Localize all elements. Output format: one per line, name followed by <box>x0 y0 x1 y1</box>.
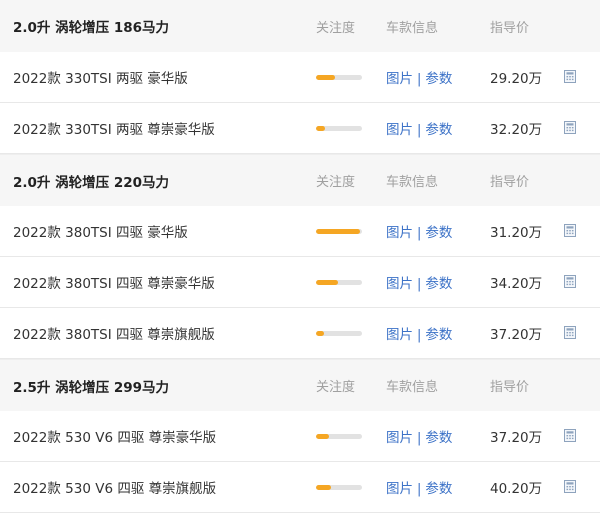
attention-bar <box>316 74 362 80</box>
link-separator: | <box>417 72 422 87</box>
calculator-icon[interactable] <box>564 479 576 493</box>
link-separator: | <box>417 277 422 292</box>
calculator-icon[interactable] <box>564 120 576 134</box>
attention-bar <box>316 484 362 490</box>
photos-link[interactable]: 图片 <box>386 481 413 497</box>
photos-link[interactable]: 图片 <box>386 122 413 138</box>
model-name-link[interactable]: 2022款 530 V6 四驱 尊崇豪华版 <box>13 430 216 446</box>
table-row: 2022款 380TSI 四驱 尊崇豪华版 图片 | 参数 34.20万 <box>0 257 600 308</box>
attention-bar <box>316 125 362 131</box>
column-header-attention: 关注度 <box>316 175 356 190</box>
attention-bar-fill <box>316 330 325 336</box>
table-row: 2022款 380TSI 四驱 豪华版 图片 | 参数 31.20万 <box>0 206 600 257</box>
calculator-icon[interactable] <box>564 325 576 339</box>
attention-bar-fill <box>316 228 360 234</box>
group-title: 2.0升 涡轮增压 186马力 <box>13 20 169 36</box>
params-link[interactable]: 参数 <box>425 481 452 497</box>
link-separator: | <box>417 482 422 497</box>
guide-price: 31.20万 <box>490 225 543 241</box>
link-separator: | <box>417 431 422 446</box>
model-name-link[interactable]: 2022款 380TSI 四驱 尊崇旗舰版 <box>13 327 215 343</box>
column-header-price: 指导价 <box>490 175 530 190</box>
group-header: 2.0升 涡轮增压 186马力 关注度 车款信息 指导价 <box>0 0 600 52</box>
link-separator: | <box>417 123 422 138</box>
guide-price: 34.20万 <box>490 276 543 292</box>
column-header-attention: 关注度 <box>316 20 356 36</box>
table-row: 2022款 530 V6 四驱 尊崇豪华版 图片 | 参数 37.20万 <box>0 411 600 462</box>
photos-link[interactable]: 图片 <box>386 276 413 292</box>
guide-price: 40.20万 <box>490 481 543 497</box>
guide-price: 32.20万 <box>490 122 543 138</box>
table-row: 2022款 380TSI 四驱 尊崇旗舰版 图片 | 参数 37.20万 <box>0 308 600 359</box>
table-row: 2022款 330TSI 两驱 尊崇豪华版 图片 | 参数 32.20万 <box>0 103 600 154</box>
link-separator: | <box>417 226 422 241</box>
model-list: 2.0升 涡轮增压 186马力 关注度 车款信息 指导价 2022款 330TS… <box>0 0 600 513</box>
params-link[interactable]: 参数 <box>425 276 452 292</box>
guide-price: 37.20万 <box>490 430 543 446</box>
column-header-price: 指导价 <box>490 20 530 36</box>
attention-bar-fill <box>316 125 326 131</box>
guide-price: 37.20万 <box>490 327 543 343</box>
attention-bar-fill <box>316 279 339 285</box>
column-header-price: 指导价 <box>490 380 530 395</box>
photos-link[interactable]: 图片 <box>386 327 413 343</box>
group-title: 2.5升 涡轮增压 299马力 <box>13 379 169 396</box>
column-header-attention: 关注度 <box>316 380 356 395</box>
calculator-icon[interactable] <box>564 223 576 237</box>
attention-bar <box>316 228 362 234</box>
table-row: 2022款 530 V6 四驱 尊崇旗舰版 图片 | 参数 40.20万 <box>0 462 600 513</box>
attention-bar <box>316 330 362 336</box>
params-link[interactable]: 参数 <box>425 327 452 343</box>
group-header: 2.0升 涡轮增压 220马力 关注度 车款信息 指导价 <box>0 154 600 206</box>
params-link[interactable]: 参数 <box>425 71 452 87</box>
model-name-link[interactable]: 2022款 330TSI 两驱 尊崇豪华版 <box>13 122 215 138</box>
guide-price: 29.20万 <box>490 71 543 87</box>
group-title: 2.0升 涡轮增压 220马力 <box>13 174 169 191</box>
attention-bar-fill <box>316 433 329 439</box>
params-link[interactable]: 参数 <box>425 430 452 446</box>
params-link[interactable]: 参数 <box>425 122 452 138</box>
calculator-icon[interactable] <box>564 428 576 442</box>
photos-link[interactable]: 图片 <box>386 430 413 446</box>
attention-bar-fill <box>316 74 336 80</box>
calculator-icon[interactable] <box>564 274 576 288</box>
model-name-link[interactable]: 2022款 380TSI 四驱 尊崇豪华版 <box>13 276 215 292</box>
table-row: 2022款 330TSI 两驱 豪华版 图片 | 参数 29.20万 <box>0 52 600 103</box>
attention-bar-fill <box>316 484 331 490</box>
model-name-link[interactable]: 2022款 330TSI 两驱 豪华版 <box>13 71 188 87</box>
column-header-info: 车款信息 <box>386 20 439 36</box>
group-header: 2.5升 涡轮增压 299马力 关注度 车款信息 指导价 <box>0 359 600 411</box>
calculator-icon[interactable] <box>564 69 576 83</box>
attention-bar <box>316 433 362 439</box>
params-link[interactable]: 参数 <box>425 225 452 241</box>
photos-link[interactable]: 图片 <box>386 225 413 241</box>
photos-link[interactable]: 图片 <box>386 71 413 87</box>
model-name-link[interactable]: 2022款 530 V6 四驱 尊崇旗舰版 <box>13 481 216 497</box>
link-separator: | <box>417 328 422 343</box>
column-header-info: 车款信息 <box>386 175 439 190</box>
column-header-info: 车款信息 <box>386 380 439 395</box>
model-name-link[interactable]: 2022款 380TSI 四驱 豪华版 <box>13 225 188 241</box>
attention-bar <box>316 279 362 285</box>
